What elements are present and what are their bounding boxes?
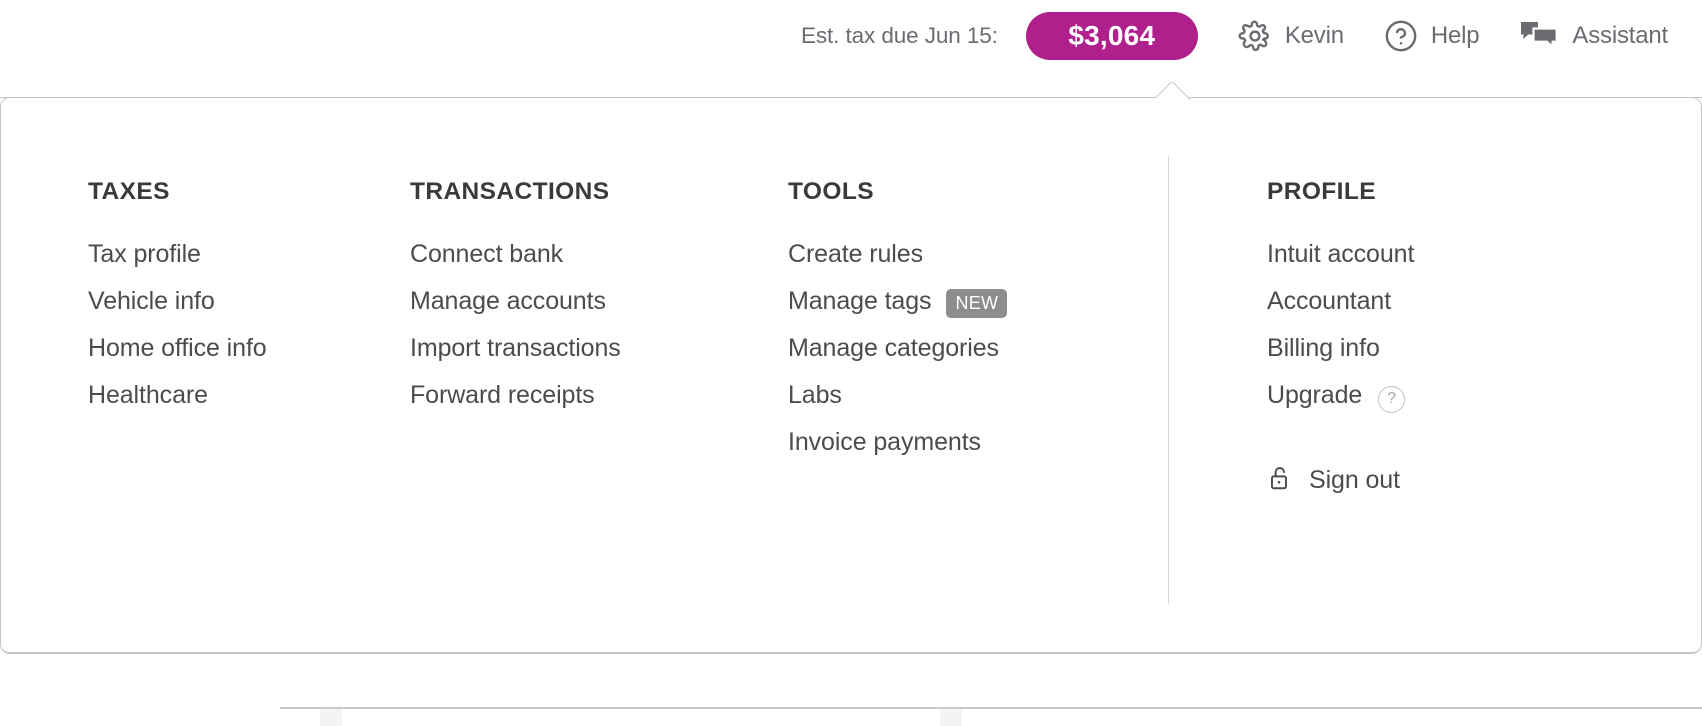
upgrade-help-icon[interactable]: ? bbox=[1378, 385, 1406, 413]
estimated-tax-due-label: Est. tax due Jun 15: bbox=[800, 23, 998, 48]
menu-item-billing-info[interactable]: Billing info bbox=[1267, 325, 1702, 372]
account-menu-label: Kevin bbox=[1284, 22, 1344, 49]
menu-item-label: Intuit account bbox=[1267, 240, 1415, 268]
question-circle-icon bbox=[1384, 19, 1418, 53]
sign-out-label: Sign out bbox=[1309, 466, 1400, 494]
menu-column-profile: PROFILE Intuit account Accountant Billin… bbox=[1168, 156, 1702, 604]
background-divider-line bbox=[280, 707, 1702, 709]
menu-item-label: Upgrade bbox=[1267, 381, 1363, 409]
unlock-icon bbox=[1267, 464, 1292, 497]
assistant-button[interactable]: Assistant bbox=[1519, 20, 1668, 52]
menu-item-accountant[interactable]: Accountant bbox=[1267, 278, 1702, 325]
menu-item-label: Forward receipts bbox=[410, 381, 595, 409]
menu-item-manage-categories[interactable]: Manage categories bbox=[788, 325, 1168, 372]
menu-column-taxes: TAXES Tax profile Vehicle info Home offi… bbox=[0, 98, 410, 652]
menu-item-tax-profile[interactable]: Tax profile bbox=[88, 231, 410, 278]
menu-item-label: Accountant bbox=[1267, 287, 1392, 315]
menu-item-connect-bank[interactable]: Connect bank bbox=[410, 231, 788, 278]
background-tab-right bbox=[940, 709, 962, 726]
background-tab-left bbox=[320, 709, 342, 726]
menu-item-manage-tags[interactable]: Manage tags NEW bbox=[788, 278, 1168, 325]
menu-item-label: Healthcare bbox=[88, 381, 208, 409]
top-navigation-bar: Est. tax due Jun 15: $3,064 Kevin Help A… bbox=[0, 0, 1702, 72]
menu-item-label: Vehicle info bbox=[88, 287, 215, 315]
menu-item-forward-receipts[interactable]: Forward receipts bbox=[410, 372, 788, 419]
assistant-label: Assistant bbox=[1572, 22, 1668, 49]
account-menu-button[interactable]: Kevin bbox=[1238, 19, 1344, 53]
menu-item-label: Connect bank bbox=[410, 240, 564, 268]
help-button[interactable]: Help bbox=[1384, 19, 1480, 53]
menu-item-vehicle-info[interactable]: Vehicle info bbox=[88, 278, 410, 325]
status-badge-new: NEW bbox=[946, 289, 1008, 318]
chat-bubbles-icon bbox=[1519, 20, 1559, 52]
account-dropdown-panel: TAXES Tax profile Vehicle info Home offi… bbox=[0, 97, 1702, 654]
menu-item-label: Import transactions bbox=[410, 334, 621, 362]
menu-item-manage-accounts[interactable]: Manage accounts bbox=[410, 278, 788, 325]
estimated-tax-amount-value: $3,064 bbox=[1068, 20, 1156, 51]
menu-item-label: Labs bbox=[788, 381, 842, 409]
column-heading-profile: PROFILE bbox=[1267, 178, 1376, 205]
menu-column-transactions: TRANSACTIONS Connect bank Manage account… bbox=[410, 98, 788, 652]
menu-column-tools: TOOLS Create rules Manage tags NEW Manage… bbox=[788, 98, 1168, 652]
menu-item-label: Manage accounts bbox=[410, 287, 606, 315]
menu-item-label: Manage categories bbox=[788, 334, 999, 362]
menu-item-home-office-info[interactable]: Home office info bbox=[88, 325, 410, 372]
column-heading-tools: TOOLS bbox=[788, 178, 874, 205]
menu-item-upgrade[interactable]: Upgrade? bbox=[1267, 372, 1702, 419]
gear-icon bbox=[1238, 19, 1272, 53]
menu-item-label: Billing info bbox=[1267, 334, 1380, 362]
menu-item-label: Tax profile bbox=[88, 240, 201, 268]
menu-item-import-transactions[interactable]: Import transactions bbox=[410, 325, 788, 372]
menu-item-label: Home office info bbox=[88, 334, 267, 362]
menu-item-invoice-payments[interactable]: Invoice payments bbox=[788, 419, 1168, 466]
estimated-tax-amount-button[interactable]: $3,064 bbox=[1025, 12, 1198, 60]
menu-item-label: Invoice payments bbox=[788, 428, 981, 456]
column-heading-transactions: TRANSACTIONS bbox=[410, 178, 610, 205]
menu-item-create-rules[interactable]: Create rules bbox=[788, 231, 1168, 278]
sign-out-button[interactable]: Sign out bbox=[1267, 464, 1400, 497]
menu-item-intuit-account[interactable]: Intuit account bbox=[1267, 231, 1702, 278]
dropdown-caret-icon bbox=[1155, 82, 1191, 100]
menu-item-label: Manage tags bbox=[788, 287, 932, 315]
help-label: Help bbox=[1430, 22, 1480, 49]
menu-item-healthcare[interactable]: Healthcare bbox=[88, 372, 410, 419]
menu-item-label: Create rules bbox=[788, 240, 923, 268]
column-heading-taxes: TAXES bbox=[88, 178, 170, 205]
menu-item-labs[interactable]: Labs bbox=[788, 372, 1168, 419]
